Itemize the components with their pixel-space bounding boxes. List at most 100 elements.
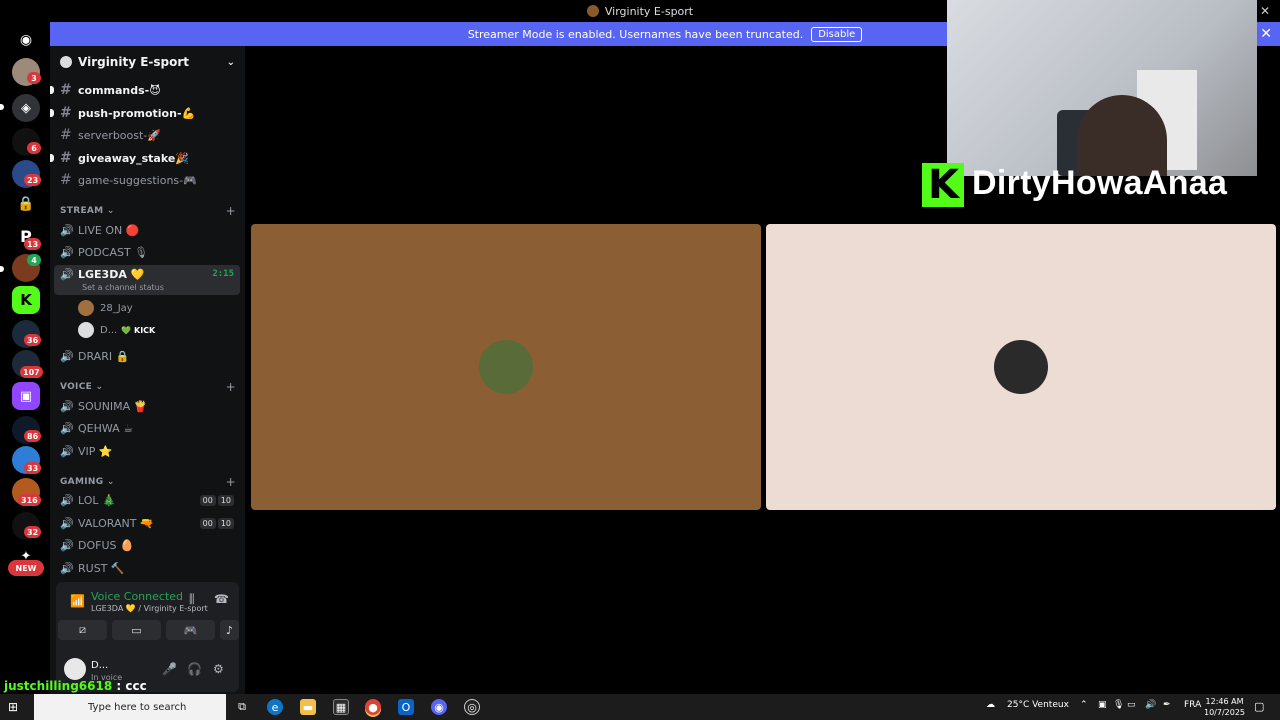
channel-giveaway-stake[interactable]: # giveaway_stake 🎉	[50, 148, 240, 168]
add-channel-icon[interactable]: +	[226, 204, 236, 218]
channel-emoji: 🎙	[134, 245, 149, 259]
weather-icon[interactable]: ☁	[986, 700, 995, 710]
lock-icon[interactable]: 🔒	[12, 190, 40, 218]
microphone-icon[interactable]: 🎤	[162, 662, 177, 676]
channel-commands[interactable]: # commands- 😈	[50, 80, 240, 100]
unread-pip	[0, 266, 4, 272]
taskbar: ⊞ Type here to search ⧉ e ▬ ▦ ● O ◉ ◎ ☁ …	[0, 694, 1280, 720]
voice-channel-drari[interactable]: 🔊 DRARI 🔒	[54, 346, 240, 366]
kick-server-icon[interactable]: K	[12, 286, 40, 314]
channel-emoji: 😈	[149, 83, 161, 97]
language-indicator[interactable]: FRA	[1184, 700, 1201, 710]
voice-channel-live-on[interactable]: 🔊 LIVE ON 🔴	[54, 220, 240, 240]
voice-user[interactable]: D... 💚 KICK	[78, 321, 155, 339]
category-voice[interactable]: VOICE ⌄ +	[60, 380, 240, 394]
notification-icon[interactable]: ▢	[1254, 700, 1264, 713]
weather-text[interactable]: 25°C Venteux	[1007, 700, 1069, 710]
task-view-icon[interactable]: ⧉	[234, 699, 250, 715]
settings-gear-icon[interactable]: ⚙	[213, 662, 224, 676]
obs-icon[interactable]: ◎	[464, 699, 480, 715]
server-badge: 3	[27, 72, 41, 84]
server-badge: 32	[24, 526, 42, 538]
clock[interactable]: 12:46 AM 10/7/2025	[1204, 696, 1245, 718]
disconnect-icon[interactable]: ☎	[214, 592, 229, 606]
discord-home-icon[interactable]: ◉	[12, 26, 40, 54]
voice-channel-vip[interactable]: 🔊 VIP ⭐	[54, 441, 240, 461]
channel-name: PODCAST	[78, 245, 131, 259]
category-gaming[interactable]: GAMING ⌄ +	[60, 475, 240, 489]
voice-channel-qehwa[interactable]: 🔊 QEHWA ☕	[54, 418, 240, 438]
speaker-icon: 🔊	[60, 349, 74, 363]
camera-off-button[interactable]: ⧄	[58, 620, 107, 640]
activity-button[interactable]: 🎮	[166, 620, 215, 640]
voice-user[interactable]: 28_Jay	[78, 299, 133, 317]
channel-name: serverboost-	[78, 128, 148, 142]
channel-push-promotion[interactable]: # push-promotion- 💪	[50, 103, 240, 123]
taskbar-search[interactable]: Type here to search	[34, 694, 226, 720]
add-channel-icon[interactable]: +	[226, 380, 236, 394]
volume-icon[interactable]: 🔊	[1145, 700, 1156, 710]
voice-user-tag: 💚 KICK	[121, 325, 156, 335]
store-icon[interactable]: ▦	[333, 699, 349, 715]
unread-pip	[0, 104, 4, 110]
outlook-icon[interactable]: O	[398, 699, 414, 715]
channel-emoji: 🍟	[133, 399, 148, 413]
noise-suppression-icon[interactable]: ⫼	[189, 592, 195, 607]
chrome-icon[interactable]: ●	[365, 699, 381, 715]
avatar[interactable]	[64, 658, 86, 680]
voice-channel-lol[interactable]: 🔊 LOL 🎄 00 10	[54, 490, 240, 510]
server-icon[interactable]: ◈	[12, 94, 40, 122]
category-stream[interactable]: STREAM ⌄ +	[60, 204, 240, 218]
voice-connected-title: Voice Connected	[91, 590, 184, 603]
voice-channel-sounima[interactable]: 🔊 SOUNIMA 🍟	[54, 396, 240, 416]
soundboard-button[interactable]: ♪	[220, 620, 239, 640]
voice-channel-valorant[interactable]: 🔊 VALORANT 🔫 00 10	[54, 513, 240, 533]
chevron-up-icon[interactable]: ⌃	[1080, 700, 1088, 710]
close-banner-icon[interactable]: ✕	[1260, 26, 1272, 42]
hash-icon: #	[60, 127, 72, 143]
windows-start-icon[interactable]: ⊞	[8, 700, 18, 714]
pen-icon[interactable]: ✒	[1163, 700, 1171, 710]
file-explorer-icon[interactable]: ▬	[300, 699, 316, 715]
headphones-icon[interactable]: 🎧	[187, 662, 202, 676]
channel-emoji: 🔒	[115, 349, 130, 363]
channel-name: RUST	[78, 561, 108, 575]
channel-emoji: 🎄	[102, 493, 116, 507]
tray-app-icon[interactable]: ▣	[1098, 700, 1107, 710]
channel-emoji: 💪	[181, 106, 196, 120]
channel-emoji: 🔨	[110, 561, 125, 575]
mic-tray-icon[interactable]: 🎙	[1113, 700, 1124, 710]
guild-header[interactable]: Virginity E-sport ⌄	[50, 46, 245, 78]
channel-emoji: 💛	[130, 268, 145, 281]
voice-channel-dofus[interactable]: 🔊 DOFUS 🥚	[54, 535, 240, 555]
user-limit: 00 10	[199, 494, 234, 506]
voice-channel-rust[interactable]: 🔊 RUST 🔨	[54, 558, 240, 578]
window-title: Virginity E-sport	[604, 4, 694, 18]
channel-status[interactable]: Set a channel status	[82, 283, 164, 292]
twitch-server-icon[interactable]: ▣	[12, 382, 40, 410]
channel-serverboost[interactable]: # serverboost- 🚀	[54, 125, 240, 145]
date: 10/7/2025	[1204, 708, 1246, 717]
add-channel-icon[interactable]: +	[226, 475, 236, 489]
discord-taskbar-icon[interactable]: ◉	[431, 699, 447, 715]
screen-share-button[interactable]: ▭	[112, 620, 161, 640]
voice-channel-lge3da[interactable]: 🔊 LGE3DA 💛 2:15 Set a channel status	[54, 265, 240, 295]
channel-name: giveaway_stake	[78, 151, 176, 165]
speaker-icon: 🔊	[60, 444, 74, 458]
battery-icon[interactable]: ▭	[1127, 700, 1136, 710]
channel-name: LIVE ON	[78, 223, 123, 237]
speaker-icon: 🔊	[60, 421, 74, 435]
voice-channel-podcast[interactable]: 🔊 PODCAST 🎙	[54, 242, 240, 262]
voice-timer: 2:15	[212, 269, 234, 279]
channel-game-suggestions[interactable]: # game-suggestions- 🎮	[54, 170, 240, 190]
streamer-name: DirtyHowaAnaa	[972, 164, 1228, 202]
disable-button[interactable]: Disable	[811, 26, 863, 42]
unread-pip	[50, 154, 54, 162]
participant-avatar	[994, 340, 1048, 394]
video-tile[interactable]	[766, 224, 1276, 510]
channel-sidebar: Virginity E-sport ⌄ # commands- 😈 # push…	[50, 46, 245, 694]
edge-icon[interactable]: e	[267, 699, 283, 715]
speaker-icon: 🔊	[60, 245, 74, 259]
webcam-overlay	[947, 0, 1257, 176]
video-tile[interactable]	[251, 224, 761, 510]
